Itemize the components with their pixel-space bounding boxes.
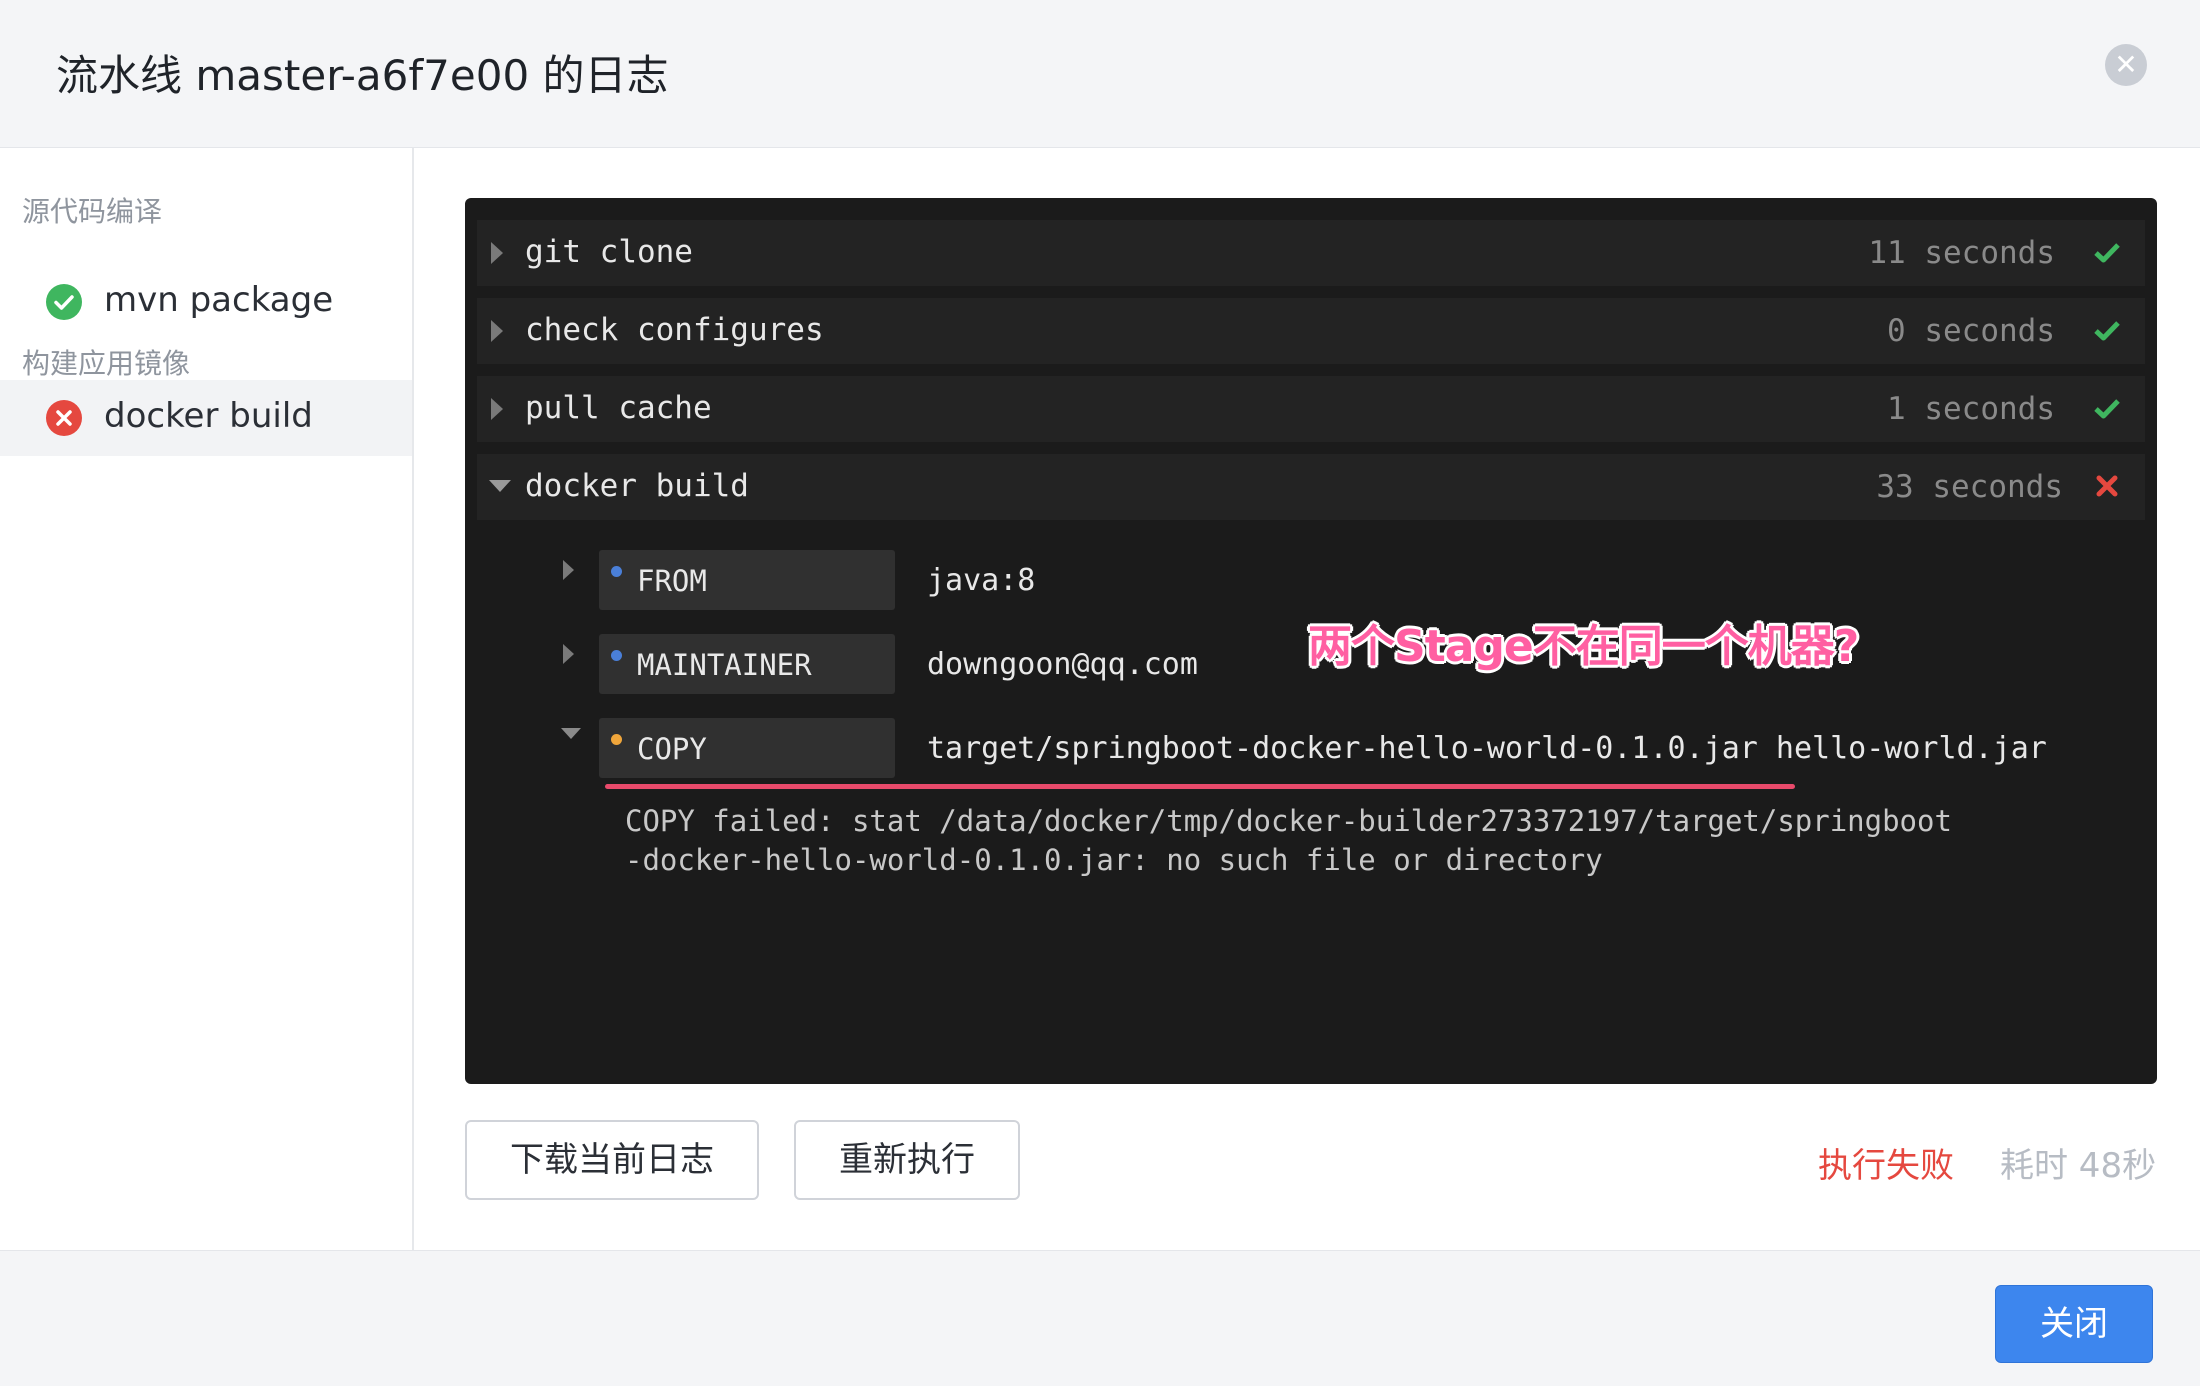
check-icon bbox=[2091, 392, 2123, 424]
stage-row-pull-cache[interactable]: pull cache 1 seconds bbox=[477, 376, 2145, 442]
sidebar-item-mvn-package[interactable]: mvn package bbox=[0, 264, 412, 340]
instruction-keyword: MAINTAINER bbox=[637, 648, 812, 682]
check-icon bbox=[2091, 236, 2123, 268]
chevron-right-icon bbox=[491, 398, 503, 420]
sidebar-group-title: 源代码编译 bbox=[22, 195, 163, 228]
stage-duration: 11 seconds bbox=[1868, 235, 2055, 271]
sidebar-item-label: docker build bbox=[104, 396, 313, 436]
status-text: 执行失败 bbox=[1818, 1146, 1954, 1186]
instruction-argument: java:8 bbox=[927, 563, 1036, 598]
duration-text: 耗时 48秒 bbox=[2000, 1146, 2157, 1186]
download-log-button[interactable]: 下载当前日志 bbox=[465, 1120, 759, 1200]
close-button[interactable]: 关闭 bbox=[1995, 1285, 2153, 1363]
stage-duration: 0 seconds bbox=[1887, 313, 2055, 349]
dialog-title: 流水线 master-a6f7e00 的日志 bbox=[56, 51, 669, 100]
instruction-keyword: COPY bbox=[637, 732, 707, 766]
cross-icon bbox=[2091, 470, 2123, 502]
dockerfile-instruction: MAINTAINER bbox=[599, 634, 895, 694]
error-underline bbox=[605, 784, 1795, 789]
instruction-keyword: FROM bbox=[637, 564, 707, 598]
dockerfile-instruction: COPY bbox=[599, 718, 895, 778]
chevron-right-icon bbox=[491, 242, 503, 264]
stage-row-check-configures[interactable]: check configures 0 seconds bbox=[477, 298, 2145, 364]
step-dot bbox=[611, 734, 622, 745]
stage-name: git clone bbox=[525, 234, 693, 270]
success-icon bbox=[46, 284, 82, 320]
stage-sidebar: 源代码编译 mvn package 构建应用镜像 docker build bbox=[0, 148, 414, 1250]
stage-duration: 33 seconds bbox=[1876, 469, 2063, 505]
sidebar-item-docker-build[interactable]: docker build bbox=[0, 380, 412, 456]
step-dot bbox=[611, 566, 622, 577]
stage-row-docker-build[interactable]: docker build 33 seconds bbox=[477, 454, 2145, 520]
error-message-line: -docker-hello-world-0.1.0.jar: no such f… bbox=[625, 843, 1603, 877]
instruction-argument: target/springboot-docker-hello-world-0.1… bbox=[927, 731, 2047, 766]
stage-name: pull cache bbox=[525, 390, 712, 426]
chevron-down-icon[interactable] bbox=[561, 728, 581, 739]
instruction-argument: downgoon@qq.com bbox=[927, 647, 1198, 682]
chevron-right-icon[interactable] bbox=[563, 644, 574, 664]
dockerfile-instruction: FROM bbox=[599, 550, 895, 610]
dialog-header: 流水线 master-a6f7e00 的日志 ✕ bbox=[0, 0, 2200, 148]
chevron-right-icon bbox=[491, 320, 503, 342]
check-icon bbox=[2091, 314, 2123, 346]
sidebar-group-title: 构建应用镜像 bbox=[22, 347, 191, 380]
rerun-button[interactable]: 重新执行 bbox=[794, 1120, 1020, 1200]
stage-name: docker build bbox=[525, 468, 749, 504]
annotation-text: 两个Stage不在同一个机器? bbox=[1308, 621, 1859, 672]
stage-row-git-clone[interactable]: git clone 11 seconds bbox=[477, 220, 2145, 286]
sidebar-item-label: mvn package bbox=[104, 280, 334, 320]
error-icon bbox=[46, 400, 82, 436]
chevron-right-icon[interactable] bbox=[563, 560, 574, 580]
stage-name: check configures bbox=[525, 312, 824, 348]
error-message-line: COPY failed: stat /data/docker/tmp/docke… bbox=[625, 804, 1952, 838]
stage-duration: 1 seconds bbox=[1887, 391, 2055, 427]
step-dot bbox=[611, 650, 622, 661]
chevron-down-icon bbox=[489, 480, 511, 492]
dialog-footer: 关闭 bbox=[0, 1250, 2200, 1386]
close-icon[interactable]: ✕ bbox=[2105, 44, 2147, 86]
